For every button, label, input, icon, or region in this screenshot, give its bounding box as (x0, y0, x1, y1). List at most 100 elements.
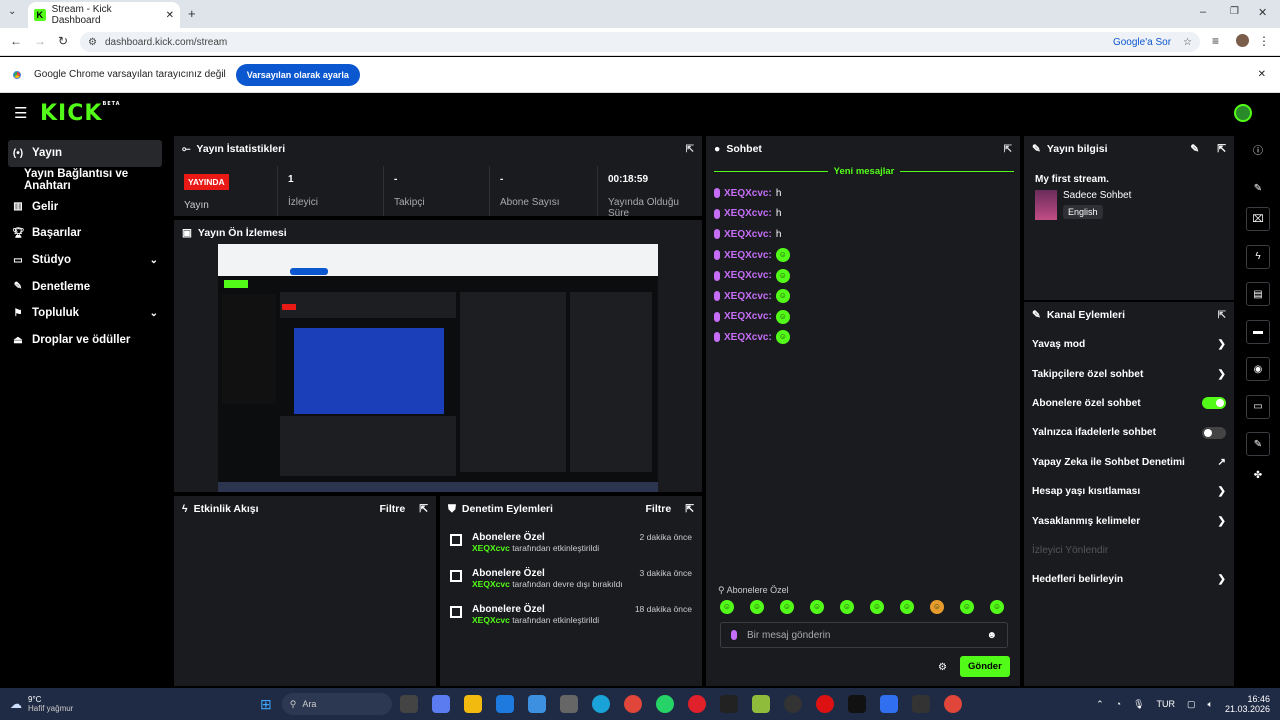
hamburger-menu-icon[interactable]: ☰ (14, 104, 27, 122)
sidebar-item-droplar[interactable]: ⏏ Droplar ve ödüller (0, 327, 170, 354)
back-icon[interactable]: ← (10, 34, 22, 48)
chat-username[interactable]: XEQXcvc: (724, 311, 772, 322)
infobar-close-icon[interactable]: ✕ (1258, 69, 1266, 80)
reload-icon[interactable]: ↻ (58, 34, 68, 48)
rail-layout-icon[interactable]: ▭ (1246, 394, 1270, 419)
action-emote-only[interactable]: Yalnızca ifadelerle sohbet (1024, 418, 1234, 447)
info-icon[interactable]: ⓘ (1253, 142, 1263, 157)
action-account-age[interactable]: Hesap yaşı kısıtlaması ❯ (1024, 477, 1234, 506)
stream-preview-video[interactable] (218, 244, 658, 492)
action-slow-mode[interactable]: Yavaş mod ❯ (1024, 330, 1234, 359)
set-default-button[interactable]: Varsayılan olarak ayarla (235, 63, 360, 86)
tab-list-icon[interactable]: ⌄ (8, 6, 16, 17)
browser-tab[interactable]: K Stream - Kick Dashboard ✕ (28, 2, 180, 28)
emote-icon[interactable]: ☺ (960, 600, 974, 614)
chat-username[interactable]: XEQXcvc: (724, 332, 772, 343)
popout-icon[interactable]: ⇱ (685, 503, 694, 515)
address-bar[interactable]: ⚙ dashboard.kick.com/stream Google'a Sor… (80, 32, 1200, 52)
chat-username[interactable]: XEQXcvc: (724, 291, 772, 302)
edge-icon[interactable] (591, 695, 610, 713)
sidebar-item-studyo[interactable]: ▭ Stüdyo ⌄ (0, 247, 170, 274)
emote-icon[interactable]: ☺ (780, 600, 794, 614)
input-language[interactable]: TUR (1157, 699, 1176, 709)
app-icon-2[interactable] (879, 695, 898, 713)
filter-button[interactable]: Filtre (380, 503, 406, 515)
modlog-user[interactable]: XEQXcvc (472, 579, 510, 589)
rail-clip-icon[interactable]: ⌧ (1246, 207, 1270, 231)
subs-only-toggle[interactable] (1202, 397, 1226, 410)
obs-icon[interactable] (815, 695, 834, 713)
action-banned-words[interactable]: Yasaklanmış kelimeler ❯ (1024, 506, 1234, 535)
close-window-icon[interactable]: ✕ (1258, 6, 1267, 19)
modlog-user[interactable]: XEQXcvc (472, 615, 510, 625)
close-tab-icon[interactable]: ✕ (166, 10, 174, 21)
whatsapp-icon[interactable] (655, 695, 674, 713)
windows-start-icon[interactable]: ⊞ (260, 696, 272, 713)
chat-username[interactable]: XEQXcvc: (724, 270, 772, 281)
volume-icon[interactable]: 🔈︎ (1208, 699, 1213, 710)
emote-icon[interactable]: ☺ (840, 600, 854, 614)
kick-logo[interactable]: KICKBETA (40, 101, 121, 126)
bookmark-star-icon[interactable]: ☆ (1183, 37, 1192, 48)
chrome-menu-icon[interactable]: ⋮ (1258, 34, 1270, 48)
emote-icon[interactable]: ☺ (900, 600, 914, 614)
filter-button[interactable]: Filtre (646, 503, 672, 515)
maximize-icon[interactable]: ❐ (1230, 6, 1239, 17)
tray-chevron-icon[interactable]: ⌃ (1096, 699, 1104, 710)
ask-google-button[interactable]: Google'a Sor (1113, 37, 1171, 48)
sidebar-item-topluluk[interactable]: ⚑ Topluluk ⌄ (0, 300, 170, 327)
popout-icon[interactable]: ⇱ (1218, 310, 1226, 321)
capcut-icon[interactable] (719, 695, 738, 713)
app-icon-3[interactable] (911, 695, 930, 713)
chrome-taskbar-icon[interactable] (623, 695, 642, 713)
weather-widget[interactable]: ☁ 9°C Hafif yağmur (0, 695, 90, 713)
emote-icon[interactable]: ☺ (750, 600, 764, 614)
clock[interactable]: 16:46 21.03.2026 (1225, 694, 1270, 714)
emote-icon[interactable]: ☺ (870, 600, 884, 614)
emoji-picker-icon[interactable]: ☻ (986, 630, 997, 641)
sidebar-item-basarilar[interactable]: 🏆︎ Başarılar (0, 220, 170, 247)
chat-username[interactable]: XEQXcvc: (724, 208, 772, 219)
reading-list-icon[interactable]: ≡ (1212, 34, 1219, 48)
action-subs-only[interactable]: Abonelere özel sohbet (1024, 389, 1234, 418)
chrome-active-icon[interactable] (943, 695, 962, 713)
forward-icon[interactable]: → (34, 34, 46, 48)
emote-only-toggle[interactable] (1202, 426, 1226, 439)
app-icon[interactable] (783, 695, 802, 713)
microphone-icon[interactable]: 🎙︎ (1133, 699, 1144, 710)
emote-icon[interactable]: ☺ (720, 600, 734, 614)
outlook-icon[interactable] (527, 695, 546, 713)
chat-username[interactable]: XEQXcvc: (724, 229, 772, 240)
site-info-icon[interactable]: ⚙ (88, 37, 97, 48)
popout-icon[interactable]: ⇱ (419, 503, 428, 515)
sidebar-item-yayin[interactable]: (•) Yayın (8, 140, 162, 167)
rail-broadcast-icon[interactable]: ◉ (1246, 357, 1270, 381)
rail-chat-icon[interactable]: ▬ (1246, 319, 1270, 344)
chat-input[interactable]: Bir mesaj gönderin ☻ (720, 622, 1008, 648)
task-view-icon[interactable] (399, 695, 418, 713)
action-followers-only[interactable]: Takipçilere özel sohbet ❯ (1024, 359, 1234, 388)
rail-bolt-icon[interactable]: ϟ (1246, 244, 1270, 269)
user-avatar[interactable] (1234, 104, 1252, 122)
chat-username[interactable]: XEQXcvc: (724, 250, 772, 261)
sidebar-item-gelir[interactable]: ▥ Gelir (0, 193, 170, 220)
opera-icon[interactable] (687, 695, 706, 713)
network-icon[interactable]: ◔ (1116, 699, 1121, 709)
minimize-icon[interactable]: – (1200, 6, 1206, 18)
sidebar-item-stream-key[interactable]: Yayın Bağlantısı ve Anahtarı (0, 167, 170, 194)
store-icon[interactable] (495, 695, 514, 713)
rail-community-icon[interactable]: ✤ (1254, 470, 1262, 481)
popout-icon[interactable]: ⇱ (1004, 144, 1012, 155)
action-goals[interactable]: Hedefleri belirleyin ❯ (1024, 565, 1234, 594)
new-tab-icon[interactable]: + (188, 6, 196, 21)
copilot-icon[interactable] (431, 695, 450, 713)
file-explorer-icon[interactable] (463, 695, 482, 713)
sidebar-item-denetleme[interactable]: ✎ Denetleme (0, 273, 170, 300)
edit-icon[interactable]: ✎ (1190, 143, 1199, 155)
chat-username[interactable]: XEQXcvc: (724, 188, 772, 199)
monitor-icon[interactable]: ▢ (1187, 699, 1196, 710)
rail-wrench-icon[interactable]: ✎ (1246, 432, 1270, 456)
rail-document-icon[interactable]: ▤ (1246, 282, 1270, 306)
emote-icon[interactable]: ☺ (930, 600, 944, 614)
chat-settings-icon[interactable]: ⚙ (938, 662, 947, 673)
